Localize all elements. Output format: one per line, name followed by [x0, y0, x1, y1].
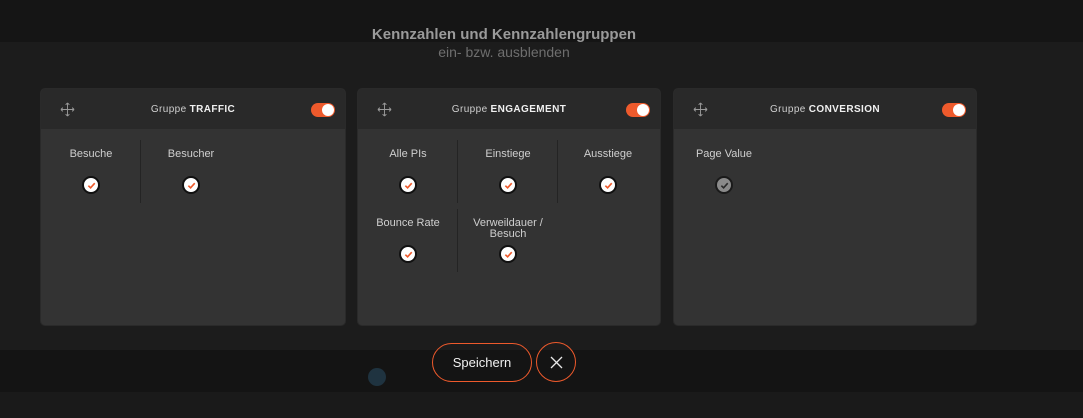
background-indicator	[368, 368, 386, 386]
metric-label: Einstiege	[485, 148, 531, 160]
group-panel-traffic: Gruppe TRAFFIC Besuche Besucher	[41, 89, 345, 325]
group-toggle-engagement[interactable]	[626, 103, 650, 117]
group-title: Gruppe TRAFFIC	[151, 104, 235, 115]
metric-besuche: Besuche	[41, 129, 141, 203]
close-icon	[550, 356, 562, 368]
checkmark-icon	[504, 251, 512, 258]
group-title-prefix: Gruppe	[770, 103, 806, 115]
group-title-name: TRAFFIC	[189, 103, 236, 115]
metric-besucher: Besucher	[141, 129, 241, 195]
metric-checkbox-page-value[interactable]	[715, 176, 733, 194]
checkmark-icon	[404, 182, 412, 189]
group-title: Gruppe CONVERSION	[770, 104, 880, 115]
move-drag-icon[interactable]	[693, 102, 708, 117]
checkmark-icon	[720, 182, 728, 189]
dialog-title: Kennzahlen und Kennzahlengruppen	[371, 26, 637, 43]
metric-label: Alle PIs	[389, 148, 427, 160]
metric-label: Besuche	[69, 148, 113, 160]
group-toggle-conversion[interactable]	[942, 103, 966, 117]
metric-checkbox-bounce-rate[interactable]	[399, 245, 417, 263]
group-toggle-traffic[interactable]	[311, 103, 335, 117]
close-button[interactable]	[536, 342, 576, 382]
group-panel-conversion: Gruppe CONVERSION Page Value	[674, 89, 976, 325]
group-title-prefix: Gruppe	[451, 103, 488, 115]
checkmark-icon	[187, 182, 195, 189]
group-panel-header: Gruppe TRAFFIC	[41, 89, 345, 129]
metric-checkbox-alle-pis[interactable]	[399, 176, 417, 194]
metric-label: Ausstiege	[583, 148, 633, 160]
metric-page-value: Page Value	[674, 129, 774, 195]
move-drag-icon[interactable]	[377, 102, 392, 117]
move-drag-icon[interactable]	[60, 102, 75, 117]
dialog-heading: Kennzahlen und Kennzahlengruppen ein- bz…	[0, 26, 1008, 60]
checkmark-icon	[404, 251, 412, 258]
metric-checkbox-besuche[interactable]	[82, 176, 100, 194]
group-title: Gruppe ENGAGEMENT	[452, 104, 566, 115]
metric-verweildauer-besuch: Verweildauer / Besuch	[458, 198, 558, 264]
metric-checkbox-einstiege[interactable]	[499, 176, 517, 194]
group-panel-engagement: Gruppe ENGAGEMENT Alle PIs Einstiege Auss…	[358, 89, 660, 325]
metric-label: Page Value	[695, 148, 753, 160]
metric-label: Besucher	[167, 148, 215, 160]
checkmark-icon	[604, 182, 612, 189]
dialog-subtitle: ein- bzw. ausblenden	[438, 44, 570, 60]
metric-alle-pis: Alle PIs	[358, 129, 458, 203]
save-button[interactable]: Speichern	[432, 343, 532, 382]
group-panel-header: Gruppe ENGAGEMENT	[358, 89, 660, 129]
group-panel-header: Gruppe CONVERSION	[674, 89, 976, 129]
metric-ausstiege: Ausstiege	[558, 129, 658, 195]
metric-checkbox-verweildauer-besuch[interactable]	[499, 245, 517, 263]
metric-einstiege: Einstiege	[458, 129, 558, 203]
metric-checkbox-ausstiege[interactable]	[599, 176, 617, 194]
group-title-name: ENGAGEMENT	[490, 103, 567, 115]
metric-checkbox-besucher[interactable]	[182, 176, 200, 194]
group-title-prefix: Gruppe	[150, 103, 187, 115]
checkmark-icon	[87, 182, 95, 189]
background-footer	[0, 392, 1083, 418]
group-title-name: CONVERSION	[808, 103, 880, 115]
metric-bounce-rate: Bounce Rate	[358, 198, 458, 272]
metric-label: Bounce Rate	[376, 217, 440, 229]
checkmark-icon	[504, 182, 512, 189]
metric-label: Verweildauer / Besuch	[473, 217, 543, 240]
